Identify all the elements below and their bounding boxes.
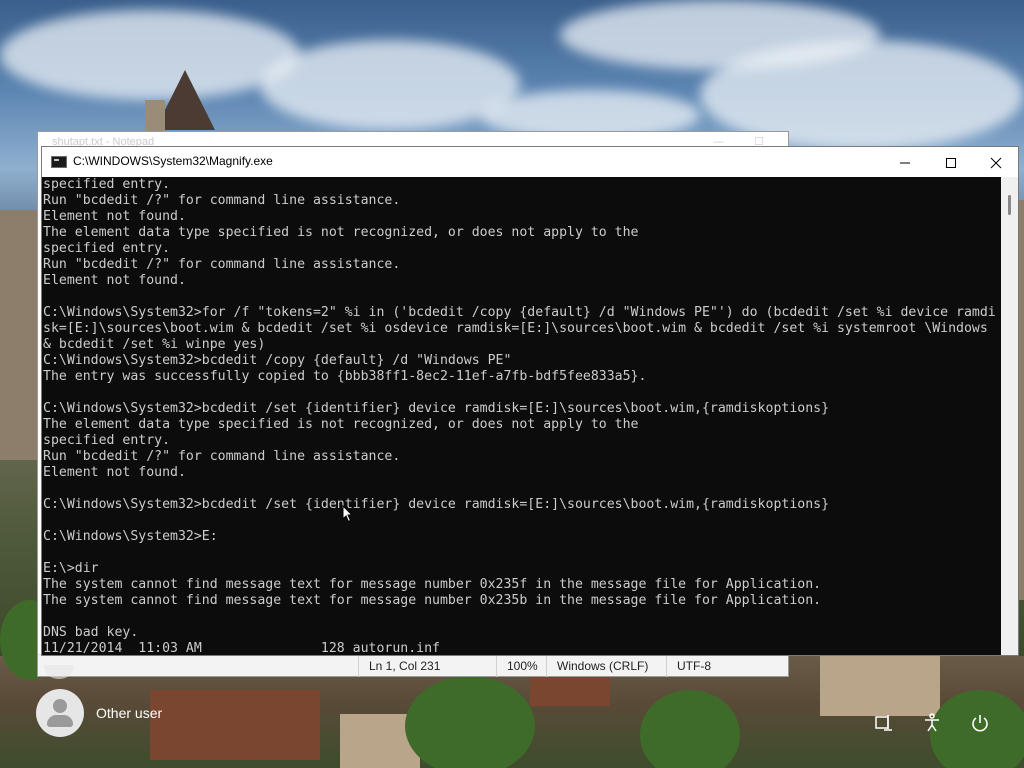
castle-tower — [145, 70, 225, 140]
other-user-avatar[interactable] — [36, 689, 84, 737]
console-titlebar[interactable]: C:\WINDOWS\System32\Magnify.exe — [42, 147, 1018, 177]
power-button[interactable] — [968, 713, 992, 737]
console-line: sk=[E:]\sources\boot.wim & bcdedit /set … — [43, 321, 988, 336]
console-line: C:\Windows\System32>for /f "tokens=2" %i… — [43, 305, 996, 320]
console-line: C:\Windows\System32>bcdedit /set {identi… — [43, 497, 830, 512]
console-window[interactable]: C:\WINDOWS\System32\Magnify.exe specifie… — [41, 146, 1019, 656]
console-line: The system cannot find message text for … — [43, 593, 822, 608]
network-icon — [875, 715, 892, 731]
console-line: specified entry. — [43, 433, 171, 448]
console-line: The entry was successfully copied to {bb… — [43, 369, 647, 384]
mouse-cursor-icon — [342, 505, 354, 523]
console-title: C:\WINDOWS\System32\Magnify.exe — [73, 154, 273, 168]
console-line: The element data type specified is not r… — [43, 225, 639, 240]
console-line: C:\Windows\System32>bcdedit /copy {defau… — [43, 353, 512, 368]
maximize-button[interactable] — [928, 147, 974, 177]
status-zoom: 100% — [496, 655, 538, 677]
console-line: Run "bcdedit /?" for command line assist… — [43, 449, 401, 464]
console-line: DNS bad key. — [43, 625, 139, 640]
console-line: E:\>dir — [43, 561, 99, 576]
minimize-icon — [900, 162, 910, 164]
console-output[interactable]: specified entry. Run "bcdedit /?" for com… — [42, 177, 1002, 655]
other-user-label[interactable]: Other user — [96, 705, 162, 721]
console-scrollbar[interactable] — [1001, 177, 1018, 655]
console-line: C:\Windows\System32>bcdedit /set {identi… — [43, 401, 830, 416]
network-button[interactable] — [872, 713, 896, 737]
notepad-status-bar: Ln 1, Col 231 100% Windows (CRLF) UTF-8 — [38, 654, 788, 677]
minimize-button[interactable] — [882, 147, 928, 177]
console-line: 11/21/2014 11:03 AM 128 autorun.inf — [43, 641, 440, 655]
accessibility-button[interactable] — [920, 713, 944, 737]
scrollbar-thumb[interactable] — [1008, 195, 1011, 215]
console-line: The element data type specified is not r… — [43, 417, 639, 432]
console-line: The system cannot find message text for … — [43, 577, 822, 592]
console-line: specified entry. — [43, 177, 171, 192]
console-line: & bcdedit /set %i winpe yes) — [43, 337, 266, 352]
console-line: Run "bcdedit /?" for command line assist… — [43, 257, 401, 272]
close-button[interactable] — [973, 147, 1019, 177]
status-position: Ln 1, Col 231 — [358, 655, 440, 677]
console-app-icon — [51, 156, 67, 168]
console-line: C:\Windows\System32>E: — [43, 529, 218, 544]
console-line: Element not found. — [43, 465, 186, 480]
console-line: Run "bcdedit /?" for command line assist… — [43, 193, 401, 208]
power-icon — [972, 715, 988, 732]
console-line: Element not found. — [43, 209, 186, 224]
close-icon — [990, 157, 1002, 169]
maximize-icon — [946, 158, 956, 169]
accessibility-icon — [925, 713, 939, 732]
status-line-ending: Windows (CRLF) — [546, 655, 648, 677]
status-encoding: UTF-8 — [666, 655, 711, 677]
console-line: specified entry. — [43, 241, 171, 256]
console-line: Element not found. — [43, 273, 186, 288]
